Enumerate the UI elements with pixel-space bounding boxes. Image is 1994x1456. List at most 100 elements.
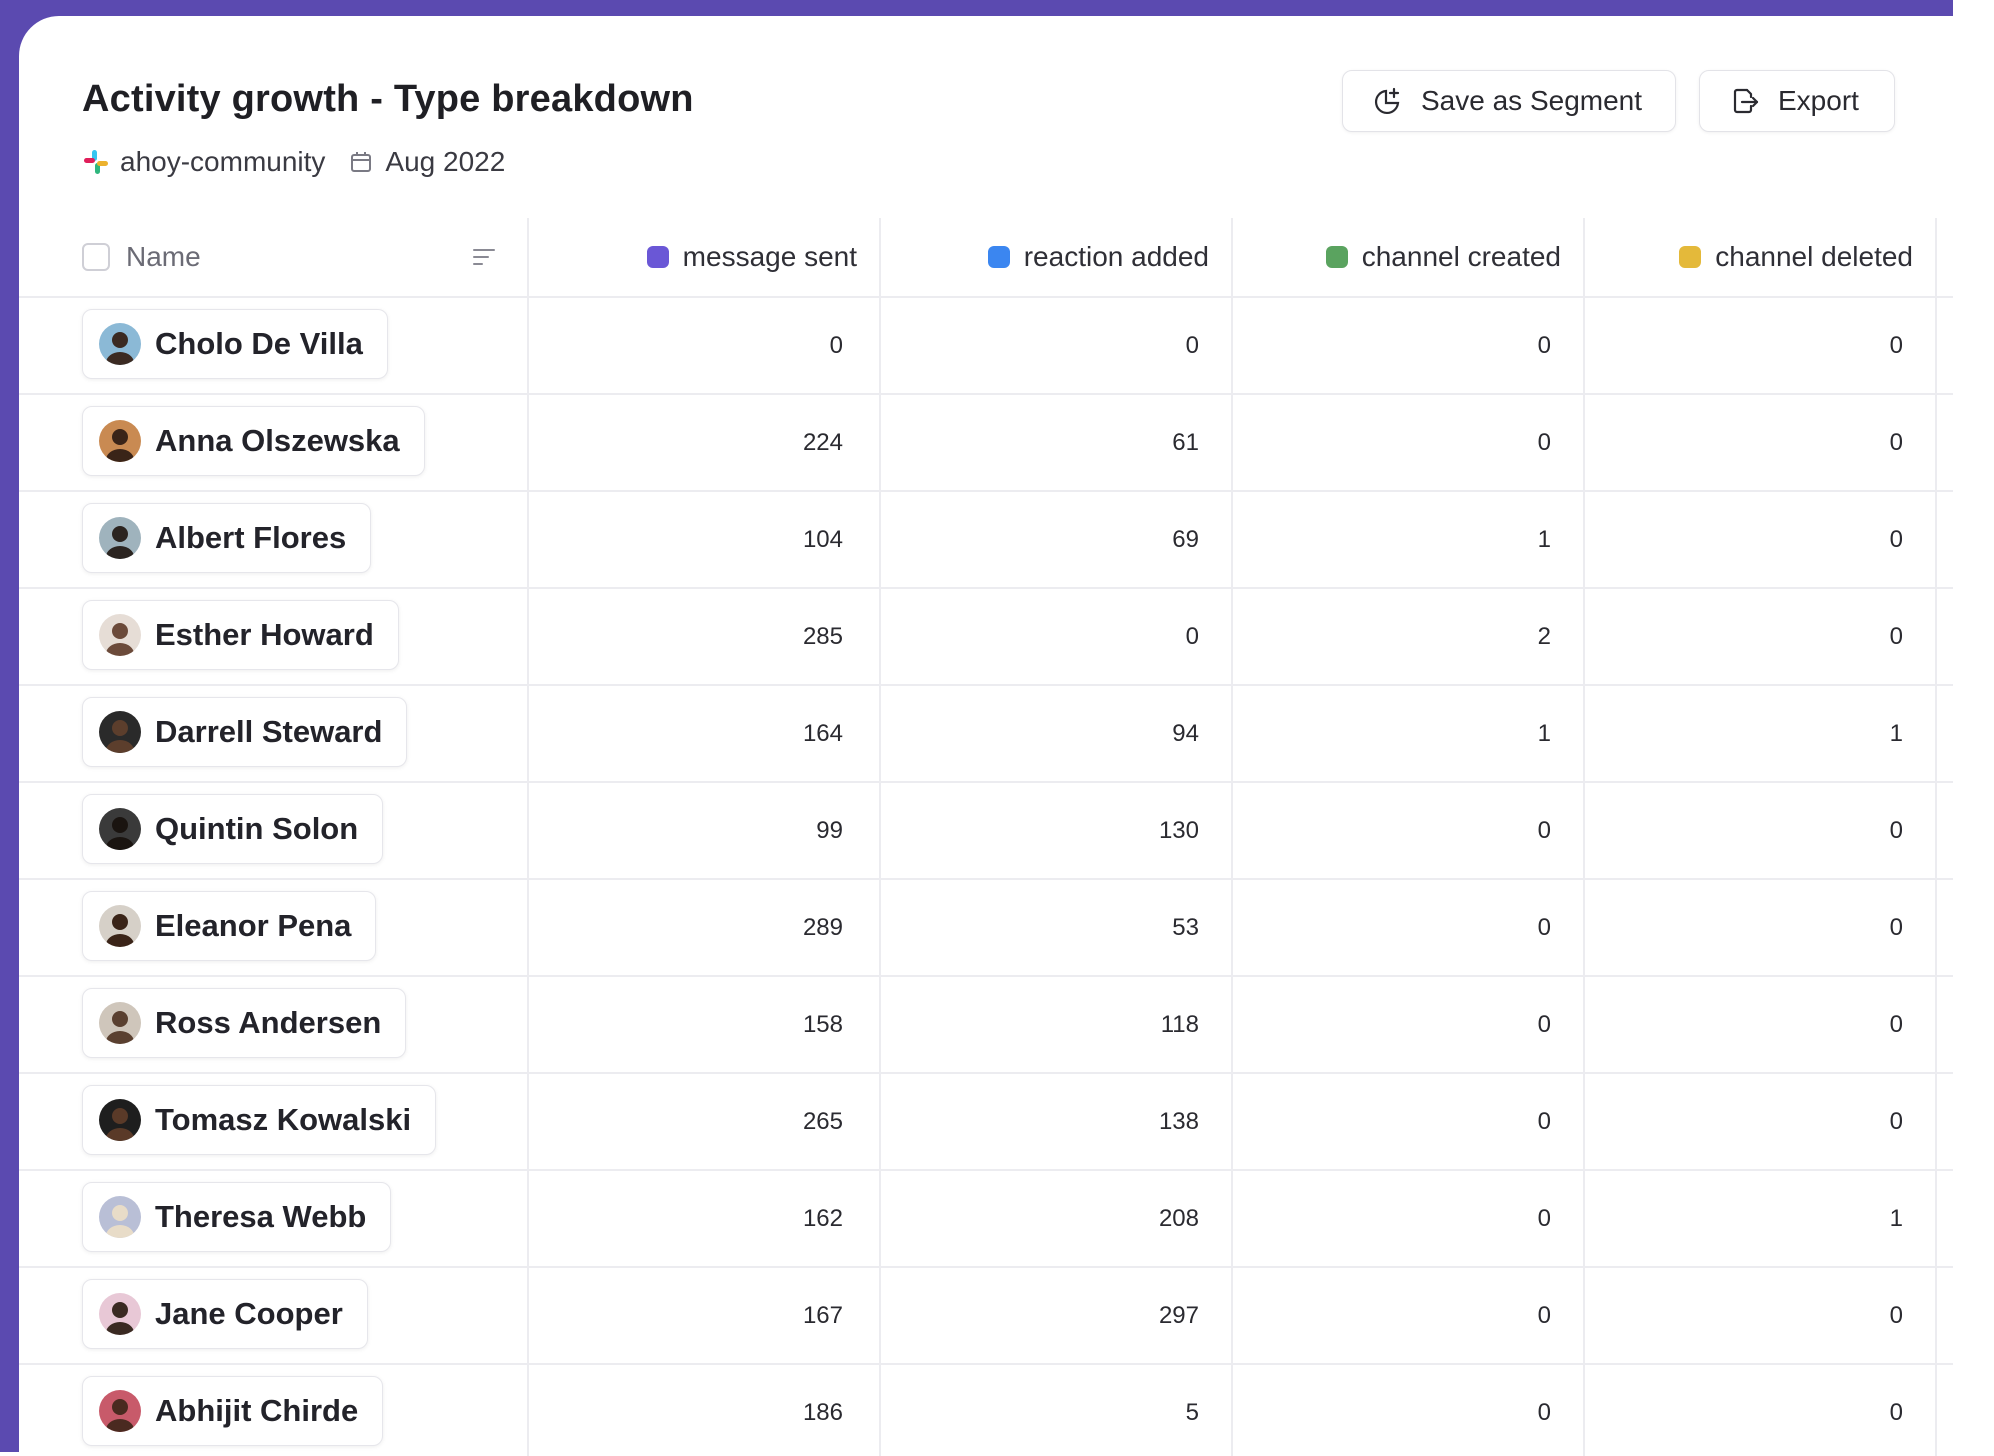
metric-cell: 0 bbox=[1889, 1107, 1903, 1135]
avatar bbox=[99, 1390, 141, 1432]
avatar bbox=[99, 1002, 141, 1044]
member-chip[interactable]: Esther Howard bbox=[82, 600, 399, 670]
export-button[interactable]: Export bbox=[1699, 70, 1895, 132]
column-label: channel deleted bbox=[1715, 241, 1913, 272]
member-chip[interactable]: Abhijit Chirde bbox=[82, 1376, 384, 1446]
legend-swatch bbox=[1679, 246, 1702, 268]
table-row: Albert Flores 104 69 1 0 bbox=[19, 492, 1953, 589]
member-chip[interactable]: Theresa Webb bbox=[82, 1182, 392, 1252]
metric-cell: 0 bbox=[1537, 913, 1551, 941]
member-chip[interactable]: Jane Cooper bbox=[82, 1279, 368, 1349]
table-row: Quintin Solon 99 130 0 0 bbox=[19, 783, 1953, 880]
member-chip[interactable]: Anna Olszewska bbox=[82, 406, 425, 476]
member-chip[interactable]: Darrell Steward bbox=[82, 697, 408, 767]
metric-cell: 164 bbox=[802, 719, 843, 747]
avatar bbox=[99, 614, 141, 656]
metric-cell: 0 bbox=[1537, 1204, 1551, 1232]
metric-cell: 158 bbox=[802, 1010, 843, 1038]
metric-cell: 162 bbox=[802, 1204, 843, 1232]
member-chip[interactable]: Ross Andersen bbox=[82, 988, 407, 1058]
metric-cell: 0 bbox=[1889, 331, 1903, 359]
table-row: Tomasz Kowalski 265 138 0 0 bbox=[19, 1074, 1953, 1171]
workspace-name: ahoy-community bbox=[120, 146, 326, 177]
member-chip[interactable]: Tomasz Kowalski bbox=[82, 1085, 437, 1155]
date-range[interactable]: Aug 2022 bbox=[385, 146, 505, 178]
avatar bbox=[99, 808, 141, 850]
calendar-icon bbox=[347, 148, 375, 176]
table-row: Theresa Webb 162 208 0 1 bbox=[19, 1171, 1953, 1268]
column-header-reaction-added[interactable]: reaction added bbox=[881, 218, 1209, 296]
table-row: Eleanor Pena 289 53 0 0 bbox=[19, 880, 1953, 977]
metric-cell: 297 bbox=[1158, 1301, 1199, 1329]
name-column-header: Name bbox=[82, 218, 201, 296]
metric-cell: 53 bbox=[1172, 913, 1199, 941]
table-row: Abhijit Chirde 186 5 0 0 bbox=[19, 1365, 1953, 1456]
metric-cell: 138 bbox=[1158, 1107, 1199, 1135]
avatar bbox=[99, 711, 141, 753]
metric-cell: 0 bbox=[1537, 1010, 1551, 1038]
member-name: Theresa Webb bbox=[155, 1199, 367, 1234]
table-header: Name message sent reaction added channel bbox=[19, 218, 1953, 298]
metric-cell: 167 bbox=[802, 1301, 843, 1329]
avatar bbox=[99, 1196, 141, 1238]
metric-cell: 0 bbox=[1889, 622, 1903, 650]
report-card: Activity growth - Type breakdown ahoy-co… bbox=[19, 16, 1953, 1456]
select-all-checkbox[interactable] bbox=[82, 243, 110, 271]
member-name: Ross Andersen bbox=[155, 1005, 382, 1040]
legend-swatch bbox=[646, 246, 669, 268]
member-chip[interactable]: Eleanor Pena bbox=[82, 891, 377, 961]
metric-cell: 0 bbox=[1537, 1107, 1551, 1135]
member-name: Eleanor Pena bbox=[155, 908, 352, 943]
metric-cell: 0 bbox=[1889, 1301, 1903, 1329]
report-meta: ahoy-community Aug 2022 bbox=[82, 146, 505, 178]
member-name: Abhijit Chirde bbox=[155, 1393, 359, 1428]
column-header-channel-deleted[interactable]: channel deleted bbox=[1585, 218, 1913, 296]
metric-cell: 99 bbox=[816, 816, 843, 844]
activity-table: Name message sent reaction added channel bbox=[19, 218, 1953, 1456]
column-header-message-sent[interactable]: message sent bbox=[529, 218, 857, 296]
metric-cell: 0 bbox=[1537, 816, 1551, 844]
metric-cell: 1 bbox=[1889, 719, 1903, 747]
member-name: Quintin Solon bbox=[155, 811, 359, 846]
column-header-channel-created[interactable]: channel created bbox=[1233, 218, 1561, 296]
avatar bbox=[99, 1099, 141, 1141]
legend-swatch bbox=[987, 246, 1010, 268]
pie-chart-add-icon bbox=[1373, 86, 1403, 116]
metric-cell: 0 bbox=[1537, 1398, 1551, 1426]
metric-cell: 1 bbox=[1537, 525, 1551, 553]
member-name: Jane Cooper bbox=[155, 1296, 343, 1331]
member-chip[interactable]: Cholo De Villa bbox=[82, 309, 388, 379]
sort-icon[interactable] bbox=[471, 244, 497, 270]
metric-cell: 0 bbox=[1889, 1398, 1903, 1426]
metric-cell: 265 bbox=[802, 1107, 843, 1135]
metric-cell: 94 bbox=[1172, 719, 1199, 747]
table-row: Jane Cooper 167 297 0 0 bbox=[19, 1268, 1953, 1365]
name-header-label: Name bbox=[126, 241, 201, 272]
metric-cell: 285 bbox=[802, 622, 843, 650]
member-name: Anna Olszewska bbox=[155, 423, 400, 458]
table-row: Cholo De Villa 0 0 0 0 bbox=[19, 298, 1953, 395]
avatar bbox=[99, 905, 141, 947]
metric-cell: 1 bbox=[1537, 719, 1551, 747]
member-name: Darrell Steward bbox=[155, 714, 383, 749]
member-chip[interactable]: Albert Flores bbox=[82, 503, 372, 573]
save-as-segment-button[interactable]: Save as Segment bbox=[1342, 70, 1676, 132]
table-row: Darrell Steward 164 94 1 1 bbox=[19, 686, 1953, 783]
metric-cell: 186 bbox=[802, 1398, 843, 1426]
metric-cell: 0 bbox=[1537, 428, 1551, 456]
metric-cell: 0 bbox=[1889, 428, 1903, 456]
metric-cell: 69 bbox=[1172, 525, 1199, 553]
page-title: Activity growth - Type breakdown bbox=[82, 78, 694, 120]
save-as-segment-label: Save as Segment bbox=[1421, 85, 1643, 116]
metric-cell: 224 bbox=[802, 428, 843, 456]
metric-cell: 0 bbox=[1889, 525, 1903, 553]
export-icon bbox=[1730, 86, 1760, 116]
metric-cell: 0 bbox=[829, 331, 843, 359]
export-label: Export bbox=[1778, 85, 1859, 116]
avatar bbox=[99, 420, 141, 462]
avatar bbox=[99, 323, 141, 365]
metric-cell: 208 bbox=[1158, 1204, 1199, 1232]
member-chip[interactable]: Quintin Solon bbox=[82, 794, 384, 864]
member-name: Tomasz Kowalski bbox=[155, 1102, 412, 1137]
avatar bbox=[99, 1293, 141, 1335]
